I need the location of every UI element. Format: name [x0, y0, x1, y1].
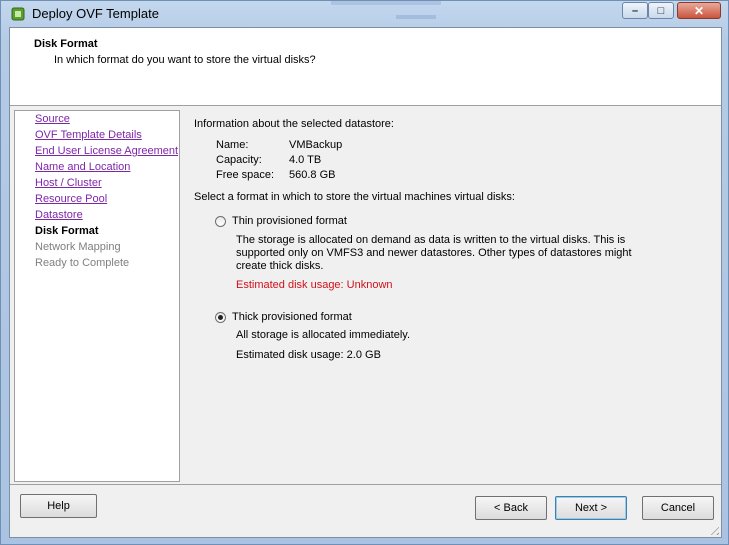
- close-icon: ✕: [693, 3, 705, 18]
- vsphere-app-icon: [11, 7, 25, 21]
- thick-estimated-usage: Estimated disk usage: 2.0 GB: [236, 349, 381, 361]
- back-button[interactable]: < Back: [475, 496, 547, 520]
- wizard-step-list: Source OVF Template Details End User Lic…: [14, 110, 180, 482]
- minimize-icon: –: [631, 4, 639, 17]
- step-ready-to-complete: Ready to Complete: [35, 257, 130, 269]
- step-network-mapping: Network Mapping: [35, 241, 121, 253]
- background-window-ghost: [331, 1, 441, 5]
- minimize-button[interactable]: –: [622, 2, 648, 19]
- footer-divider: [10, 484, 721, 485]
- thick-provisioned-description: All storage is allocated immediately.: [236, 329, 411, 341]
- disk-format-panel: Information about the selected datastore…: [181, 110, 719, 482]
- page-title: Disk Format: [34, 38, 98, 50]
- thick-provisioned-label[interactable]: Thick provisioned format: [232, 311, 352, 323]
- thin-provisioned-description: The storage is allocated on demand as da…: [236, 234, 632, 272]
- step-resource-pool[interactable]: Resource Pool: [35, 193, 107, 205]
- format-prompt: Select a format in which to store the vi…: [194, 191, 515, 203]
- step-source[interactable]: Source: [35, 113, 70, 125]
- dialog-client-area: Disk Format In which format do you want …: [9, 27, 722, 538]
- step-disk-format: Disk Format: [35, 225, 99, 237]
- wizard-header: Disk Format In which format do you want …: [10, 28, 721, 106]
- help-button[interactable]: Help: [20, 494, 97, 518]
- background-window-ghost: [396, 15, 436, 19]
- dialog-window: Deploy OVF Template – □ ✕ Disk Format In…: [0, 0, 729, 545]
- step-datastore[interactable]: Datastore: [35, 209, 83, 221]
- cancel-button[interactable]: Cancel: [642, 496, 714, 520]
- datastore-name-label: Name:: [216, 139, 249, 151]
- thick-provisioned-radio[interactable]: [215, 312, 226, 323]
- datastore-capacity-value: 4.0 TB: [289, 154, 322, 166]
- step-name-and-location[interactable]: Name and Location: [35, 161, 130, 173]
- datastore-name-value: VMBackup: [289, 139, 343, 151]
- step-ovf-template-details[interactable]: OVF Template Details: [35, 129, 142, 141]
- thin-provisioned-radio[interactable]: [215, 216, 226, 227]
- maximize-icon: □: [657, 4, 665, 17]
- maximize-button[interactable]: □: [648, 2, 674, 19]
- close-button[interactable]: ✕: [677, 2, 721, 19]
- next-button[interactable]: Next >: [555, 496, 627, 520]
- datastore-info-heading: Information about the selected datastore…: [194, 118, 394, 130]
- step-host-cluster[interactable]: Host / Cluster: [35, 177, 102, 189]
- datastore-free-space-label: Free space:: [216, 169, 275, 181]
- thin-estimated-usage: Estimated disk usage: Unknown: [236, 279, 393, 291]
- datastore-capacity-label: Capacity:: [216, 154, 262, 166]
- resize-grip-icon[interactable]: [707, 523, 719, 535]
- page-subtitle: In which format do you want to store the…: [54, 54, 316, 66]
- title-bar[interactable]: Deploy OVF Template – □ ✕: [1, 1, 728, 27]
- thin-provisioned-label[interactable]: Thin provisioned format: [232, 215, 347, 227]
- window-title: Deploy OVF Template: [32, 6, 159, 21]
- datastore-free-space-value: 560.8 GB: [289, 169, 336, 181]
- step-end-user-license-agreement[interactable]: End User License Agreement: [35, 145, 178, 157]
